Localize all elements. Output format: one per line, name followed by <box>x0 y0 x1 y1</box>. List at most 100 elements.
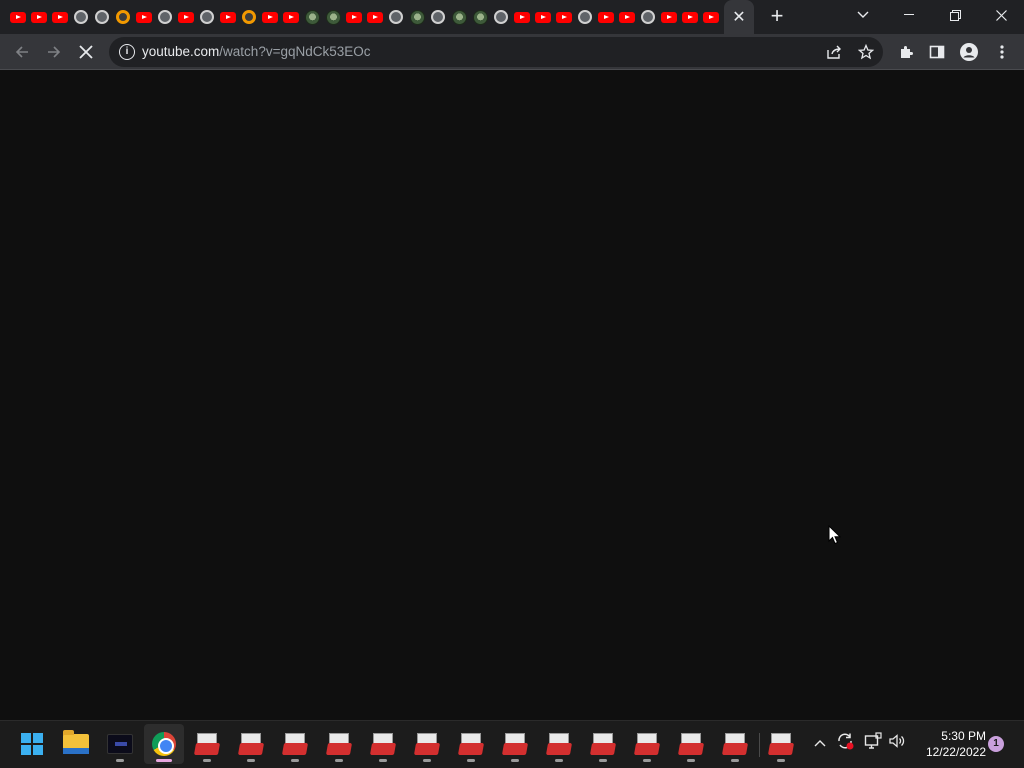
running-indicator <box>423 759 431 762</box>
stop-loading-button[interactable] <box>72 38 100 66</box>
browser-tab[interactable] <box>429 8 447 26</box>
bookmark-button[interactable] <box>852 38 880 66</box>
youtube-icon <box>346 11 362 23</box>
tab-search-button[interactable] <box>840 0 886 30</box>
sync-tray-button[interactable] <box>836 732 854 753</box>
arrow-left-icon <box>15 46 28 58</box>
browser-tab[interactable] <box>261 8 279 26</box>
browser-tab[interactable] <box>198 8 216 26</box>
app-2-taskbar-button[interactable] <box>231 724 271 764</box>
running-indicator <box>203 759 211 762</box>
youtube-icon <box>178 11 194 23</box>
browser-tab[interactable] <box>93 8 111 26</box>
url-text[interactable]: youtube.com/watch?v=gqNdCk53EOc <box>142 44 371 59</box>
app-3-taskbar-button[interactable] <box>275 724 315 764</box>
start-button-taskbar-button[interactable] <box>12 724 52 764</box>
clock-button[interactable]: 5:30 PM 12/22/2022 <box>914 728 986 760</box>
new-tab-button[interactable]: + <box>766 5 788 27</box>
browser-tab[interactable] <box>303 8 321 26</box>
back-button[interactable] <box>8 38 36 66</box>
chrome-taskbar-button[interactable] <box>144 724 184 764</box>
browser-tab[interactable] <box>639 8 657 26</box>
browser-tab[interactable] <box>408 8 426 26</box>
browser-tab[interactable] <box>702 8 720 26</box>
close-window-button[interactable] <box>978 0 1024 30</box>
browser-tab[interactable] <box>114 8 132 26</box>
running-indicator <box>643 759 651 762</box>
app-12-taskbar-button[interactable] <box>671 724 711 764</box>
app-9-taskbar-button[interactable] <box>539 724 579 764</box>
browser-tab[interactable] <box>177 8 195 26</box>
app-10-taskbar-button[interactable] <box>583 724 623 764</box>
browser-tab[interactable] <box>30 8 48 26</box>
app-1-taskbar-button[interactable] <box>187 724 227 764</box>
app-6-taskbar-button[interactable] <box>407 724 447 764</box>
app-14-taskbar-button[interactable] <box>761 724 801 764</box>
browser-tab[interactable] <box>240 8 258 26</box>
share-button[interactable] <box>820 38 848 66</box>
volume-tray-button[interactable] <box>888 732 906 753</box>
file-explorer-taskbar-button[interactable] <box>56 724 96 764</box>
globe-icon <box>200 10 214 24</box>
browser-tab[interactable] <box>513 8 531 26</box>
minimize-button[interactable] <box>886 0 932 30</box>
browser-tab[interactable] <box>135 8 153 26</box>
browser-tab[interactable] <box>597 8 615 26</box>
browser-tab[interactable] <box>450 8 468 26</box>
browser-tab[interactable] <box>51 8 69 26</box>
network-monitor-icon <box>864 732 882 749</box>
clock-date: 12/22/2022 <box>925 745 986 759</box>
browser-tab[interactable] <box>681 8 699 26</box>
browser-tab[interactable] <box>282 8 300 26</box>
browser-tab[interactable] <box>387 8 405 26</box>
browser-tab[interactable] <box>219 8 237 26</box>
terminal-app-taskbar-button[interactable] <box>100 724 140 764</box>
browser-tab[interactable] <box>156 8 174 26</box>
terminal-icon <box>107 734 133 754</box>
game-icon <box>409 9 425 25</box>
app-4-taskbar-button[interactable] <box>319 724 359 764</box>
red-toolbox-app-icon <box>501 733 529 755</box>
browser-tab[interactable] <box>660 8 678 26</box>
browser-tab[interactable] <box>72 8 90 26</box>
browser-tab[interactable] <box>534 8 552 26</box>
youtube-icon <box>535 11 551 23</box>
browser-tab[interactable] <box>492 8 510 26</box>
running-indicator <box>467 759 475 762</box>
browser-tab[interactable] <box>345 8 363 26</box>
site-info-icon[interactable]: i <box>119 44 135 60</box>
network-tray-button[interactable] <box>864 732 882 753</box>
youtube-icon <box>619 11 635 23</box>
close-tab-icon[interactable]: ✕ <box>732 7 745 27</box>
red-toolbox-app-icon <box>633 733 661 755</box>
menu-button[interactable] <box>988 38 1016 66</box>
browser-tab[interactable] <box>324 8 342 26</box>
running-indicator <box>555 759 563 762</box>
forward-button[interactable] <box>40 38 68 66</box>
red-toolbox-app-icon <box>325 733 353 755</box>
app-13-taskbar-button[interactable] <box>715 724 755 764</box>
page-content[interactable] <box>0 71 1024 720</box>
app-5-taskbar-button[interactable] <box>363 724 403 764</box>
browser-tab[interactable] <box>618 8 636 26</box>
app-11-taskbar-button[interactable] <box>627 724 667 764</box>
restore-button[interactable] <box>932 0 978 30</box>
extensions-button[interactable] <box>892 38 920 66</box>
profile-button[interactable] <box>955 38 983 66</box>
browser-tab[interactable] <box>9 8 27 26</box>
side-panel-button[interactable] <box>923 38 951 66</box>
browser-tab[interactable] <box>555 8 573 26</box>
browser-tab[interactable] <box>471 8 489 26</box>
active-tab[interactable]: ✕ <box>724 0 754 34</box>
browser-tab[interactable] <box>366 8 384 26</box>
app-8-taskbar-button[interactable] <box>495 724 535 764</box>
address-bar[interactable]: i youtube.com/watch?v=gqNdCk53EOc <box>109 37 883 67</box>
url-host: youtube.com <box>142 44 220 59</box>
show-hidden-icons-button[interactable] <box>814 732 826 750</box>
running-indicator <box>379 759 387 762</box>
browser-tab[interactable] <box>576 8 594 26</box>
notification-badge[interactable]: 1 <box>988 736 1004 752</box>
app-7-taskbar-button[interactable] <box>451 724 491 764</box>
globe-icon <box>74 10 88 24</box>
youtube-icon <box>703 11 719 23</box>
